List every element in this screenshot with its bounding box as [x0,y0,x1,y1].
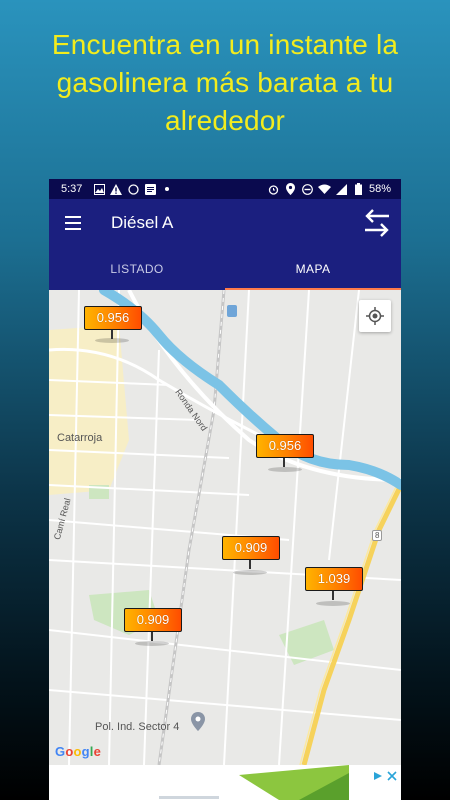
do-not-disturb-icon [301,182,315,196]
tab-mapa[interactable]: MAPA [225,248,401,290]
status-time: 5:37 [61,183,83,195]
map-view[interactable]: Catarroja Ronda Nord Camí Real Pol. Ind.… [49,290,401,765]
price-marker-2[interactable]: 0.956 [256,434,314,467]
ad-banner[interactable] [49,765,401,800]
app-bar: Diésel A [49,199,401,248]
fuel-type-title: Diésel A [111,213,174,232]
marker-shadow [233,570,267,575]
view-tabs: LISTADO MAPA [49,248,401,290]
marker-shadow [268,467,302,472]
battery-icon [352,182,366,196]
highway-route-badge: 8 [372,530,383,541]
promo-headline: Encuentra en un instante la gasolinera m… [51,29,399,136]
price-marker-4[interactable]: 1.039 [305,567,363,600]
location-status-icon [284,182,298,196]
battery-percent: 58% [368,183,391,195]
my-location-button[interactable] [359,300,391,332]
poi-marker-icon [191,712,205,736]
marker-shadow [135,641,169,646]
whatsapp-notification-icon [126,182,140,196]
price-marker-3[interactable]: 0.909 [222,536,280,569]
alarm-icon [267,182,281,196]
status-bar: 5:37 58% [49,179,401,199]
map-label-poi: Pol. Ind. Sector 4 [95,721,180,733]
marker-shadow [316,601,350,606]
google-logo: Google [55,744,102,759]
ad-choices-icon[interactable] [373,768,383,786]
image-notification-icon [92,182,106,196]
price-marker-1[interactable]: 0.956 [84,306,142,339]
phone-screen: 5:37 58% Diésel A LISTADO MAPA Catarroja… [49,179,401,800]
ad-close-icon[interactable] [387,768,397,786]
map-label-city: Catarroja [57,432,103,444]
tab-listado[interactable]: LISTADO [49,248,225,290]
price-marker-5[interactable]: 0.909 [124,608,182,641]
cell-signal-icon [335,182,349,196]
warning-notification-icon [109,182,123,196]
more-notifications-dot-icon [160,182,174,196]
message-notification-icon [143,182,157,196]
hamburger-menu-icon[interactable] [65,216,81,230]
crosshair-icon [366,307,384,325]
swap-arrows-icon[interactable] [363,207,391,239]
map-background [49,290,401,765]
ad-graphic [159,765,349,800]
wifi-icon [318,182,332,196]
